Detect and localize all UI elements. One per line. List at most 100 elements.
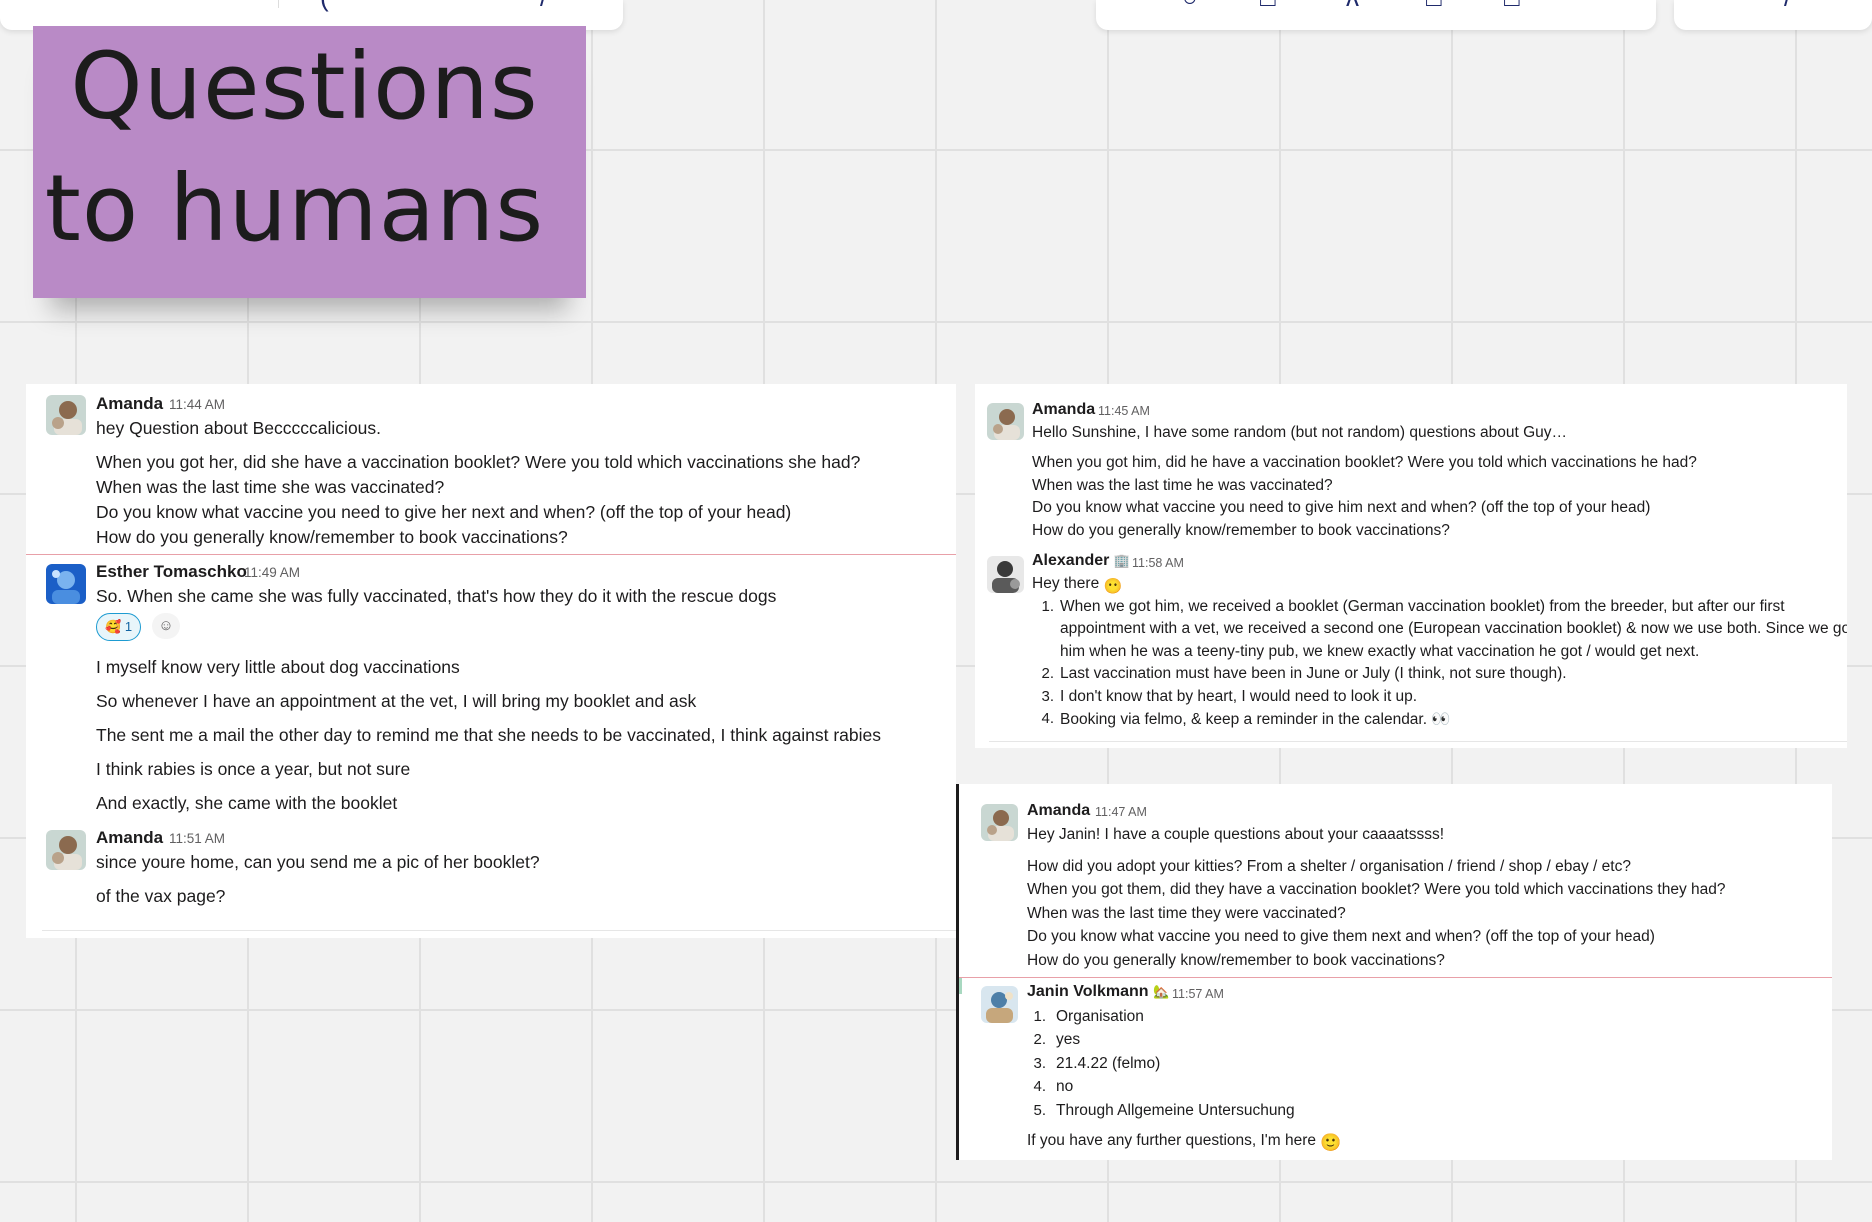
panel-bottom-edge: [989, 741, 1847, 742]
smile-emoji-icon: 🙂: [1320, 1133, 1342, 1152]
card-icon[interactable]: □: [1426, 0, 1442, 10]
amanda-avatar-icon: [46, 830, 86, 870]
message-author[interactable]: Alexander 🏢: [1032, 552, 1130, 570]
message-text: When was the last time she was vaccinate…: [96, 477, 445, 497]
avatar[interactable]: [987, 403, 1024, 440]
new-messages-divider: [959, 977, 1832, 978]
list-item-text: no: [1056, 1078, 1074, 1095]
message-text: hey Question about Becccccalicious.: [96, 418, 382, 438]
list-number: 4.: [1041, 710, 1054, 727]
message-author[interactable]: Amanda: [1027, 802, 1090, 820]
message-author[interactable]: Amanda: [96, 828, 163, 848]
undo-icon[interactable]: ○: [1182, 0, 1198, 10]
message-text: Do you know what vaccine you need to giv…: [96, 502, 792, 522]
avatar[interactable]: [981, 804, 1018, 841]
message-text: When you got her, did she have a vaccina…: [96, 452, 861, 472]
pen-icon[interactable]: ʎ: [1346, 0, 1359, 10]
sticky-note[interactable]: Questions to humans: [33, 26, 586, 298]
message-text: How did you adopt your kitties? From a s…: [1027, 858, 1631, 875]
message-text: How do you generally know/remember to bo…: [1027, 952, 1445, 969]
list-item-text: 21.4.22 (felmo): [1056, 1055, 1161, 1072]
left-chat-screenshot: Amanda 11:44 AM hey Question about Beccc…: [26, 384, 956, 938]
message-text: Do you know what vaccine you need to giv…: [1032, 499, 1651, 516]
list-number: 1.: [1033, 1008, 1046, 1025]
right-top-chat-screenshot: Amanda 11:45 AM Hello Sunshine, I have s…: [975, 384, 1847, 748]
list-item-text: Last vaccination must have been in June …: [1060, 665, 1567, 682]
amanda-avatar-icon: [981, 804, 1018, 841]
reaction-pill[interactable]: 🥰 1: [96, 613, 142, 641]
message-time[interactable]: 11:51 AM: [169, 831, 225, 846]
list-number: 2.: [1041, 665, 1054, 682]
message-author[interactable]: Esther Tomaschko: [96, 562, 247, 582]
closing-text: If you have any further questions, I'm h…: [1027, 1132, 1317, 1149]
author-name: Janin Volkmann: [1027, 983, 1149, 1000]
list-number: 1.: [1041, 598, 1054, 615]
message-text: How do you generally know/remember to bo…: [1032, 522, 1450, 539]
frame-icon[interactable]: □: [1260, 0, 1276, 10]
list-item-text: yes: [1056, 1031, 1081, 1048]
author-name: Alexander: [1032, 552, 1110, 569]
message-text: How do you generally know/remember to bo…: [96, 527, 568, 547]
redo-icon[interactable]: /: [540, 0, 547, 10]
avatar[interactable]: [46, 395, 86, 435]
message-text: Do you know what vaccine you need to giv…: [1027, 928, 1655, 945]
thread-highlight-bar: [959, 978, 962, 994]
amanda-avatar-icon: [987, 403, 1024, 440]
message-author[interactable]: Janin Volkmann 🏡: [1027, 983, 1169, 1001]
list-item-text: appointment with a vet, we received a se…: [1060, 620, 1847, 637]
reaction-emoji: 🥰: [105, 619, 122, 634]
message-time[interactable]: 11:45 AM: [1098, 404, 1150, 418]
list-number: 5.: [1033, 1102, 1046, 1119]
panel-bottom-edge: [42, 930, 956, 931]
janin-avatar-icon: [981, 986, 1018, 1023]
message-author[interactable]: Amanda: [1032, 401, 1095, 419]
message-text: since youre home, can you send me a pic …: [96, 852, 540, 872]
list-item-text: Booking via felmo, & keep a reminder in …: [1060, 711, 1451, 728]
message-text: I myself know very little about dog vacc…: [96, 657, 460, 677]
list-item-text: I don't know that by heart, I would need…: [1060, 688, 1418, 705]
sticky-line-1: Questions: [70, 33, 539, 140]
cursor-icon[interactable]: (: [320, 0, 329, 10]
right-bottom-chat-screenshot: Amanda 11:47 AM Hey Janin! I have a coup…: [956, 784, 1832, 1160]
list-number: 3.: [1041, 688, 1054, 705]
message-text: If you have any further questions, I'm h…: [1027, 1132, 1342, 1153]
center-toolbar: ○ □ ʎ □ □: [1096, 0, 1656, 30]
message-time[interactable]: 11:47 AM: [1095, 805, 1147, 819]
add-reaction-icon[interactable]: ☺: [152, 613, 180, 639]
list-item-text: him when he was a teeny-tiny pub, we kne…: [1060, 643, 1700, 660]
message-text: When was the last time they were vaccina…: [1027, 905, 1346, 922]
message-text: Hey Janin! I have a couple questions abo…: [1027, 826, 1445, 843]
face-emoji-icon: 😶: [1103, 578, 1123, 595]
status-emoji: 🏢: [1113, 553, 1131, 568]
alexander-avatar-icon: [987, 556, 1024, 593]
avatar[interactable]: [46, 830, 86, 870]
message-text: When was the last time he was vaccinated…: [1032, 477, 1333, 494]
greeting-text: Hey there: [1032, 575, 1100, 592]
list-number: 3.: [1033, 1055, 1046, 1072]
message-text: When you got them, did they have a vacci…: [1027, 881, 1726, 898]
list-number: 2.: [1033, 1031, 1046, 1048]
amanda-avatar-icon: [46, 395, 86, 435]
more-icon[interactable]: /: [1784, 0, 1791, 10]
right-toolbar: /: [1674, 0, 1872, 30]
list-number: 4.: [1033, 1078, 1046, 1095]
message-text: Hey there 😶: [1032, 575, 1122, 595]
message-text: The sent me a mail the other day to remi…: [96, 725, 882, 745]
message-time[interactable]: 11:58 AM: [1132, 556, 1184, 570]
upload-icon[interactable]: □: [1504, 0, 1520, 10]
message-time[interactable]: 11:49 AM: [244, 565, 300, 580]
message-text: of the vax page?: [96, 886, 226, 906]
avatar[interactable]: [46, 564, 86, 604]
message-text: So whenever I have an appointment at the…: [96, 691, 697, 711]
list-item-text: Organisation: [1056, 1008, 1144, 1025]
status-emoji: 🏡: [1152, 984, 1170, 999]
message-text: I think rabies is once a year, but not s…: [96, 759, 411, 779]
message-text: When you got him, did he have a vaccinat…: [1032, 454, 1697, 471]
avatar[interactable]: [981, 986, 1018, 1023]
message-text: And exactly, she came with the booklet: [96, 793, 398, 813]
reaction-count: 1: [124, 619, 133, 634]
message-time[interactable]: 11:44 AM: [169, 397, 225, 412]
message-author[interactable]: Amanda: [96, 394, 163, 414]
message-time[interactable]: 11:57 AM: [1172, 987, 1224, 1001]
avatar[interactable]: [987, 556, 1024, 593]
